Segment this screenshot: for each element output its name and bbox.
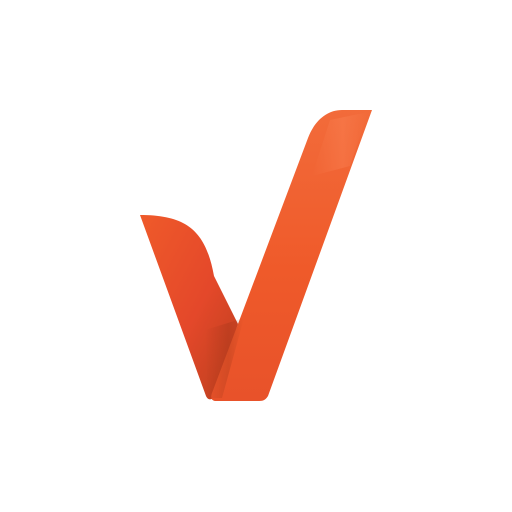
checkmark-ribbon-icon [140, 110, 372, 401]
app-icon-canvas [0, 0, 512, 512]
